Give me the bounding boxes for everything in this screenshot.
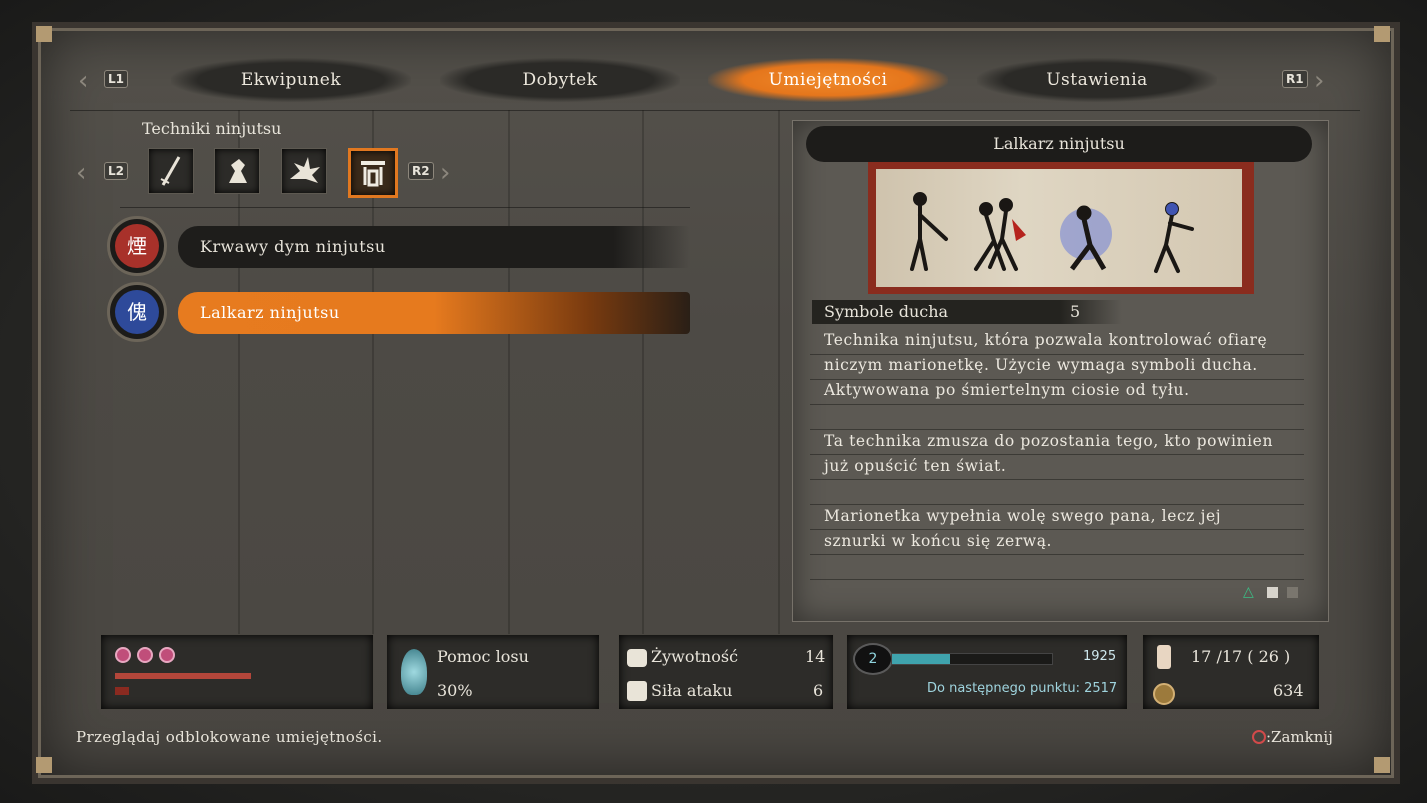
detail-title: Lalkarz ninjutsu xyxy=(806,126,1312,162)
frame-corner xyxy=(1374,26,1390,42)
cost-value: 5 xyxy=(1070,302,1081,321)
spirit-emblem-icon xyxy=(1157,645,1171,669)
divider xyxy=(120,207,690,208)
luck-value: 30% xyxy=(437,681,473,700)
attack-power-value: 6 xyxy=(813,681,824,700)
skill-item-blood-smoke[interactable]: Krwawy dym ninjutsu xyxy=(178,226,690,268)
tab-prev-arrow-icon[interactable]: ‹ xyxy=(78,68,88,94)
description-paragraph-1: Technika ninjutsu, która pozwala kontrol… xyxy=(824,331,1268,399)
close-button[interactable]: :Zamknij xyxy=(1252,728,1333,746)
puppeteer-icon: 傀 xyxy=(107,282,167,342)
divider xyxy=(70,110,1360,111)
attack-power-label: Siła ataku xyxy=(651,681,733,700)
frame-corner xyxy=(36,26,52,42)
health-bar xyxy=(115,673,251,679)
xp-value: 1925 xyxy=(1083,649,1117,664)
resources-panel: 17 /17 ( 26 ) 634 xyxy=(1142,634,1320,710)
sen-coin-icon xyxy=(1153,683,1175,705)
xp-bar-fill xyxy=(892,654,950,664)
page-indicator xyxy=(1287,587,1298,598)
skill-illustration xyxy=(868,162,1254,294)
wood-grain xyxy=(508,110,510,683)
category-title: Techniki ninjutsu xyxy=(142,119,282,138)
frame-corner xyxy=(1374,757,1390,773)
l1-button-label: L1 xyxy=(104,70,128,88)
divider xyxy=(810,579,1304,580)
wood-grain xyxy=(642,110,644,683)
frame-corner xyxy=(36,757,52,773)
experience-panel: 2 1925 Do następnego punktu: 2517 xyxy=(846,634,1128,710)
divider xyxy=(810,529,1304,530)
l2-button-label: L2 xyxy=(104,162,128,180)
close-label: :Zamknij xyxy=(1266,728,1333,746)
divider xyxy=(810,454,1304,455)
spirit-emblem-cost: Symbole ducha 5 xyxy=(812,300,1122,324)
tab-next-arrow-icon[interactable]: › xyxy=(1314,68,1324,94)
divider xyxy=(810,354,1304,355)
divider xyxy=(810,404,1304,405)
skill-item-puppeteer[interactable]: Lalkarz ninjutsu xyxy=(178,292,690,334)
vitality-label: Żywotność xyxy=(651,647,739,666)
resurrection-node-icon xyxy=(159,647,175,663)
footer-hint: Przeglądaj odblokowane umiejętności. xyxy=(76,728,383,746)
puppet-icon[interactable] xyxy=(348,148,398,198)
spirit-flame-icon xyxy=(401,649,427,695)
health-panel xyxy=(100,634,374,710)
luck-label: Pomoc losu xyxy=(437,647,529,666)
skill-points-badge: 2 xyxy=(853,643,893,675)
luck-panel: Pomoc losu 30% xyxy=(386,634,600,710)
page-indicator-active xyxy=(1267,587,1278,598)
r2-button-label: R2 xyxy=(408,162,434,180)
skill-menu-screen: ‹ L1 Ekwipunek Dobytek Umiejętności Usta… xyxy=(0,0,1427,803)
divider xyxy=(810,379,1304,380)
cost-label: Symbole ducha xyxy=(824,302,949,321)
triangle-button-icon: △ xyxy=(1243,584,1254,600)
r1-button-label: R1 xyxy=(1282,70,1308,88)
next-point-label: Do następnego punktu: 2517 xyxy=(927,681,1118,696)
divider xyxy=(810,479,1304,480)
burst-icon[interactable] xyxy=(281,148,327,194)
circle-button-icon xyxy=(1252,730,1266,744)
divider xyxy=(810,554,1304,555)
resurrection-node-icon xyxy=(137,647,153,663)
warrior-icon[interactable] xyxy=(214,148,260,194)
tab-settings[interactable]: Ustawienia xyxy=(977,58,1217,102)
tab-inventory[interactable]: Dobytek xyxy=(440,58,680,102)
category-prev-arrow-icon[interactable]: ‹ xyxy=(76,160,86,186)
resurrection-node-icon xyxy=(115,647,131,663)
wood-grain xyxy=(238,110,240,683)
attributes-panel: Żywotność 14 Siła ataku 6 xyxy=(618,634,834,710)
blood-smoke-icon: 煙 xyxy=(107,216,167,276)
sword-icon[interactable] xyxy=(148,148,194,194)
attack-power-icon xyxy=(627,681,647,701)
sen-value: 634 xyxy=(1273,681,1304,700)
xp-bar-track xyxy=(891,653,1053,665)
posture-icon xyxy=(115,687,129,695)
category-next-arrow-icon[interactable]: › xyxy=(440,160,450,186)
wood-grain xyxy=(778,110,780,683)
vitality-icon xyxy=(627,649,647,667)
tab-skills[interactable]: Umiejętności xyxy=(708,58,948,102)
spirit-emblem-count: 17 /17 ( 26 ) xyxy=(1191,647,1291,666)
vitality-value: 14 xyxy=(805,647,826,666)
tab-equipment[interactable]: Ekwipunek xyxy=(171,58,411,102)
